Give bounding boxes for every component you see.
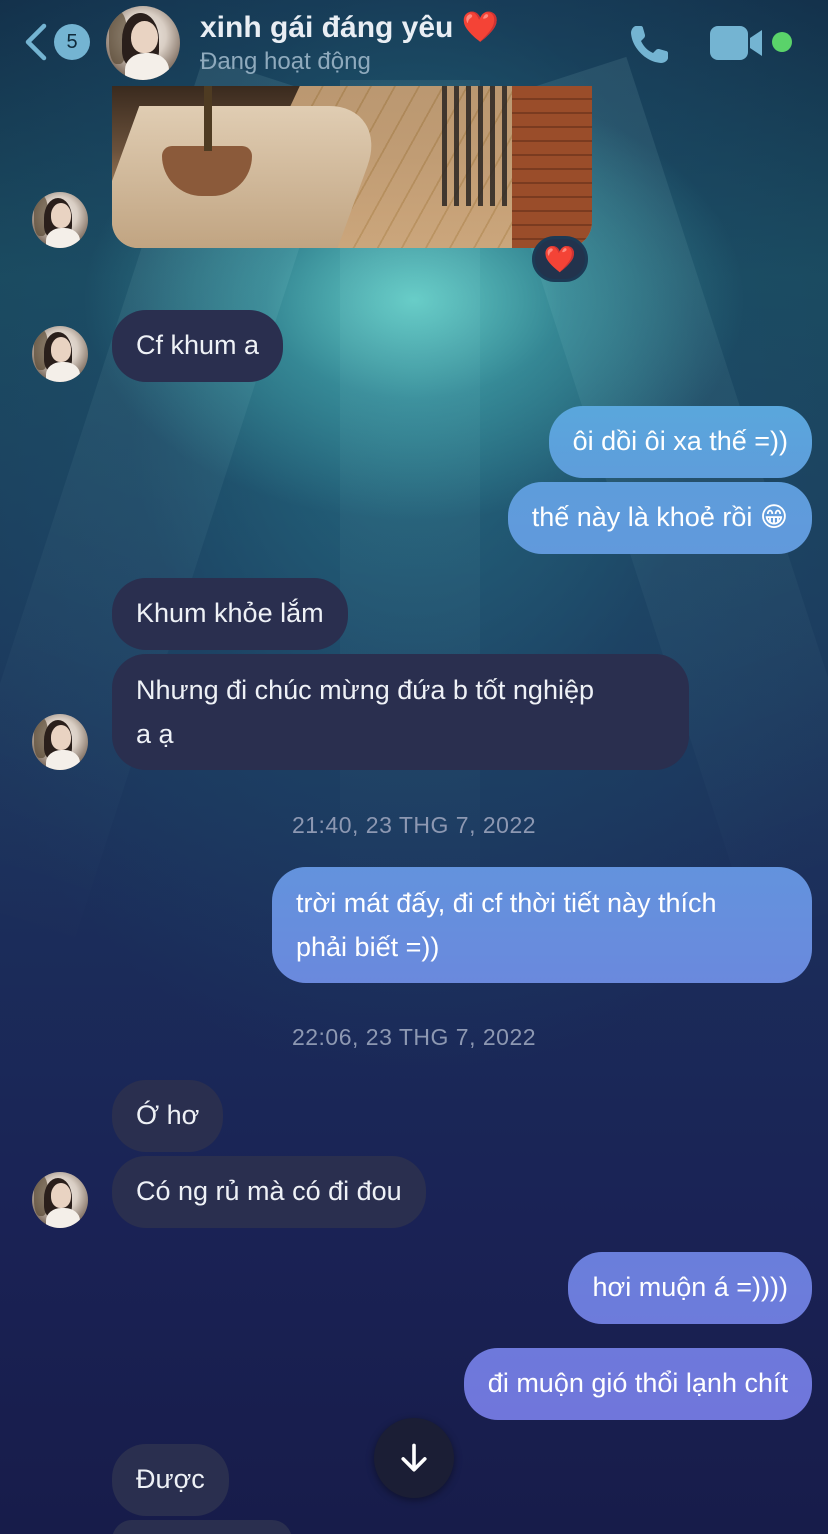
shared-photo[interactable] bbox=[112, 86, 592, 248]
partial-message-edge bbox=[112, 1520, 292, 1534]
chat-header: 5 xinh gái đáng yêu ❤️ Đang hoạt động bbox=[0, 0, 828, 86]
message-timestamp: 21:40, 23 THG 7, 2022 bbox=[291, 812, 537, 838]
message-line: Nhưng đi chúc mừng đứa b tốt nghiệp bbox=[136, 675, 594, 705]
back-button[interactable]: 5 bbox=[22, 20, 92, 64]
heart-reaction[interactable]: ❤️ bbox=[532, 236, 588, 282]
message-line: phải biết =)) bbox=[296, 932, 440, 962]
contact-avatar[interactable] bbox=[106, 6, 180, 80]
outgoing-message[interactable]: ôi dồi ôi xa thế =)) bbox=[548, 406, 812, 478]
incoming-message[interactable]: Nhưng đi chúc mừng đứa b tốt nghiệp a ạ bbox=[112, 654, 689, 770]
message-line: a ạ bbox=[136, 719, 174, 749]
online-indicator bbox=[772, 32, 792, 52]
sender-avatar[interactable] bbox=[32, 326, 88, 382]
incoming-message[interactable]: Có ng rủ mà có đi đou bbox=[112, 1156, 426, 1228]
incoming-message[interactable]: Cf khum a bbox=[112, 310, 284, 382]
outgoing-message[interactable]: hơi muộn á =)))) bbox=[568, 1252, 812, 1324]
sender-avatar[interactable] bbox=[32, 1172, 88, 1228]
unread-count-badge: 5 bbox=[54, 24, 90, 60]
arrow-down-icon bbox=[401, 1443, 427, 1472]
red-heart-emoji: ❤️ bbox=[461, 11, 500, 44]
contact-name[interactable]: xinh gái đáng yêu ❤️ bbox=[200, 10, 499, 45]
sender-avatar[interactable] bbox=[32, 192, 88, 248]
incoming-message[interactable]: Ớ hơ bbox=[112, 1080, 224, 1152]
video-camera-icon bbox=[710, 26, 762, 60]
scroll-to-bottom-button[interactable] bbox=[374, 1418, 454, 1498]
outgoing-message[interactable]: trời mát đấy, đi cf thời tiết này thích … bbox=[272, 867, 812, 983]
message-timestamp: 22:06, 23 THG 7, 2022 bbox=[291, 1024, 537, 1050]
red-heart-emoji: ❤️ bbox=[543, 244, 577, 274]
message-line: trời mát đấy, đi cf thời tiết này thích bbox=[296, 888, 717, 918]
video-call-button[interactable] bbox=[708, 22, 768, 64]
phone-icon bbox=[631, 26, 668, 63]
outgoing-message[interactable]: thế này là khoẻ rồi 😁 bbox=[507, 482, 812, 554]
outgoing-message[interactable]: đi muộn gió thổi lạnh chít bbox=[463, 1348, 812, 1420]
sender-avatar[interactable] bbox=[32, 714, 88, 770]
contact-status: Đang hoạt động bbox=[200, 48, 371, 75]
voice-call-button[interactable] bbox=[626, 20, 674, 68]
chat-screen: 5 xinh gái đáng yêu ❤️ Đang hoạt động ❤️ bbox=[0, 0, 828, 1534]
incoming-message[interactable]: Khum khỏe lắm bbox=[112, 578, 348, 650]
incoming-message[interactable]: Được bbox=[112, 1444, 229, 1516]
back-chevron-icon bbox=[25, 23, 47, 61]
